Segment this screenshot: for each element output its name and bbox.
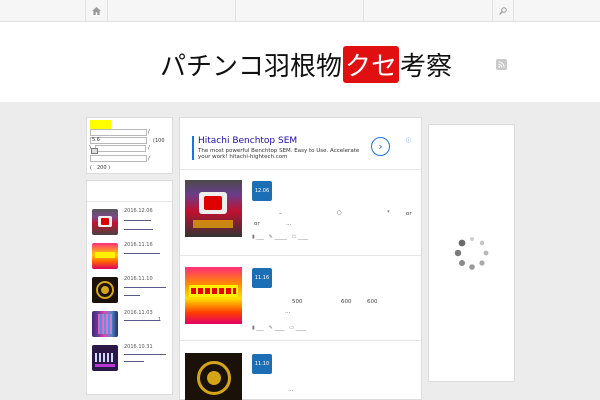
chevron-right-icon: › [378,140,383,153]
post-excerpt: – [279,211,282,217]
recent-title-line [124,253,160,254]
folder-icon: ▮ [252,325,255,331]
search-icon [499,7,507,15]
post-item: 11.10 … [180,340,421,400]
post-date-badge: 12.06 [252,181,272,201]
recent-item[interactable]: 2016.10.31 [87,341,172,375]
post-comments[interactable]: ____ [298,234,308,240]
post-item: 12.06 – ○ * or or … ▮ ___ ✎ _____ ▭ ____ [180,169,421,266]
ad-title[interactable]: Hitachi Benchtop SEM [198,136,297,146]
recent-title-line [124,229,153,230]
comment-icon: ▭ [291,234,297,240]
rss-button[interactable] [496,59,507,70]
post-thumb[interactable] [185,180,242,237]
home-icon [92,7,101,15]
comment-icon: ▭ [289,325,294,331]
post-excerpt: * [387,210,390,216]
recent-item[interactable]: 2016.11.10 [87,273,172,307]
counter-slash-3: / [148,156,150,162]
recent-title-line [124,320,160,321]
counter-field-1[interactable] [90,129,147,136]
post-comments[interactable]: ____ [296,325,306,331]
nav-item-2[interactable] [235,0,363,22]
ad-description: The most powerful Benchtop SEM. Easy to … [198,148,360,160]
recent-posts-heading [87,181,172,202]
recent-item[interactable]: 2016.11.03 1 [87,307,172,341]
site-title-highlight: クセ [343,45,400,83]
post-excerpt: 600 [341,299,352,305]
post-date-badge: 11.16 [252,268,272,288]
counter-field-3[interactable] [95,145,146,152]
recent-thumb [92,277,118,303]
post-excerpt: or [254,221,260,227]
recent-date: 2016.11.03 [124,310,153,316]
ad-banner[interactable]: Hitachi Benchtop SEM The most powerful B… [192,136,411,160]
recent-title-line [124,295,140,296]
post-tags[interactable]: ____ [274,325,284,331]
post-date-badge: 11.10 [252,354,272,374]
site-title[interactable]: パチンコ羽根物 クセ 考察 [160,45,453,83]
recent-count: 1 [158,317,162,323]
post-excerpt: … [288,387,294,393]
post-excerpt: 500 [292,299,303,305]
recent-item[interactable]: 2016.12.06 [87,205,172,239]
counter-slash-1: / [148,129,150,135]
recent-date: 2016.11.16 [124,242,153,248]
counter-field-2[interactable]: 5.6 [90,137,147,144]
post-category[interactable]: ___ [256,234,264,240]
recent-title-line [124,287,166,288]
recent-posts-widget: 2016.12.06 2016.11.16 2016.11.10 2016.11… [86,180,173,395]
counter-swatch [90,120,111,129]
post-meta: ▮ ___ ✎ _____ ▭ ____ [252,234,308,240]
home-button[interactable] [85,0,107,22]
post-excerpt: … [285,309,291,315]
tag-icon: ✎ [268,234,273,240]
counter-widget: / 5.6 (100 ) / / ( 200 ) [86,117,173,174]
recent-date: 2016.12.06 [124,208,153,214]
folder-icon: ▮ [252,234,255,240]
site-title-post: 考察 [400,51,453,82]
recent-thumb [92,345,118,371]
recent-title-line [124,354,166,355]
recent-date: 2016.10.31 [124,344,153,350]
post-excerpt: or [406,211,412,217]
recent-thumb [92,311,118,337]
post-tags[interactable]: _____ [274,234,287,240]
nav-item-1[interactable] [107,0,235,22]
rss-icon [498,61,505,68]
search-button[interactable] [492,0,514,22]
post-thumb[interactable] [185,267,242,324]
recent-title-line [124,361,144,362]
post-excerpt: ○ [337,210,342,216]
post-item: 11.16 500 600 600 … ▮ ___ ✎ ____ ▭ ____ [180,255,421,340]
recent-title-line [124,220,151,221]
counter-slash-2: / [148,145,150,151]
counter-label-200: ( 200 ) [90,165,111,171]
ad-info-icon[interactable]: ⓘ [406,138,412,144]
recent-thumb [92,243,118,269]
main-content: Hitachi Benchtop SEM The most powerful B… [179,117,422,400]
counter-label-100: (100 [153,138,165,144]
post-category[interactable]: ___ [256,325,264,331]
site-title-pre: パチンコ羽根物 [160,51,343,82]
recent-thumb [92,209,118,235]
post-excerpt: … [286,221,292,227]
recent-item[interactable]: 2016.11.16 [87,239,172,273]
counter-mini-button[interactable] [91,148,98,154]
site-header: パチンコ羽根物 クセ 考察 [0,22,600,102]
top-nav [0,0,600,22]
counter-field-4[interactable] [90,155,147,162]
ad-arrow-button[interactable]: › [371,137,390,156]
tag-icon: ✎ [268,325,273,331]
nav-item-3[interactable] [363,0,492,22]
recent-date: 2016.11.10 [124,276,153,282]
post-thumb[interactable] [185,353,242,400]
post-excerpt: 600 [367,299,378,305]
loading-spinner-icon [454,237,489,270]
post-meta: ▮ ___ ✎ ____ ▭ ____ [252,325,306,331]
